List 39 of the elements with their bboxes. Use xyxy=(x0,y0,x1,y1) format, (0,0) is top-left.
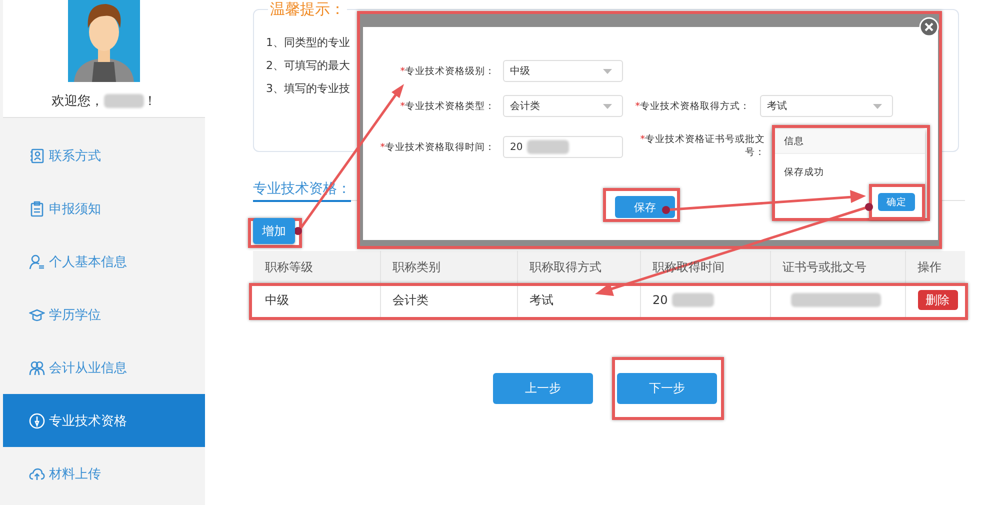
input-field[interactable]: 20 xyxy=(503,136,623,158)
add-button[interactable]: 增加 xyxy=(253,218,295,244)
save-button[interactable]: 保存 xyxy=(615,196,675,218)
select-field[interactable]: 考试 xyxy=(760,95,893,117)
confirm-button[interactable]: 确定 xyxy=(878,193,915,211)
field-label: *专业技术资格证书号或批文号： xyxy=(639,133,765,159)
sidebar-item[interactable]: 专业技术资格 xyxy=(3,394,205,447)
column-header: 操作 xyxy=(918,260,942,274)
tips-title: 温馨提示： xyxy=(268,0,347,19)
select-field[interactable]: 中级 xyxy=(503,60,623,82)
table-cell: 20 xyxy=(652,293,668,307)
field-label: *专业技术资格取得时间： xyxy=(379,140,495,154)
next-button[interactable]: 下一步 xyxy=(617,373,717,404)
welcome-text: 欢迎您， xyxy=(52,93,104,110)
delete-button[interactable]: 删除 xyxy=(918,290,958,310)
column-header: 证书号或批文号 xyxy=(782,260,866,274)
table-cell: 考试 xyxy=(530,292,554,308)
sidebar-item[interactable]: 会计从业信息 xyxy=(3,341,205,394)
table-cell: 会计类 xyxy=(392,292,428,308)
field-label: *专业技术资格级别： xyxy=(399,64,495,78)
dialog-message: 保存成功 xyxy=(783,166,825,180)
sidebar-item[interactable]: 材料上传 xyxy=(3,447,205,500)
previous-button[interactable]: 上一步 xyxy=(493,373,593,404)
select-field[interactable]: 会计类 xyxy=(503,95,623,117)
field-label: *专业技术资格取得方式： xyxy=(634,100,750,112)
column-header: 职称取得方式 xyxy=(530,260,602,274)
dialog-title: 信息 xyxy=(784,134,804,148)
sidebar-item[interactable]: 申报须知 xyxy=(3,182,205,235)
sidebar-item[interactable]: 个人基本信息 xyxy=(3,235,205,288)
tip-text: 3、填写的专业技 xyxy=(266,81,350,97)
sidebar-item[interactable]: 学历学位 xyxy=(3,288,205,341)
field-label: *专业技术资格类型： xyxy=(399,100,495,112)
tip-text: 1、同类型的专业 xyxy=(266,35,350,51)
column-header: 职称类别 xyxy=(392,260,440,274)
tip-text: 2、可填写的最大 xyxy=(266,58,350,74)
welcome-text: ！ xyxy=(144,93,156,110)
table-cell: 中级 xyxy=(265,292,289,308)
sidebar-item[interactable]: 联系方式 xyxy=(3,129,205,182)
column-header: 职称等级 xyxy=(265,260,313,274)
